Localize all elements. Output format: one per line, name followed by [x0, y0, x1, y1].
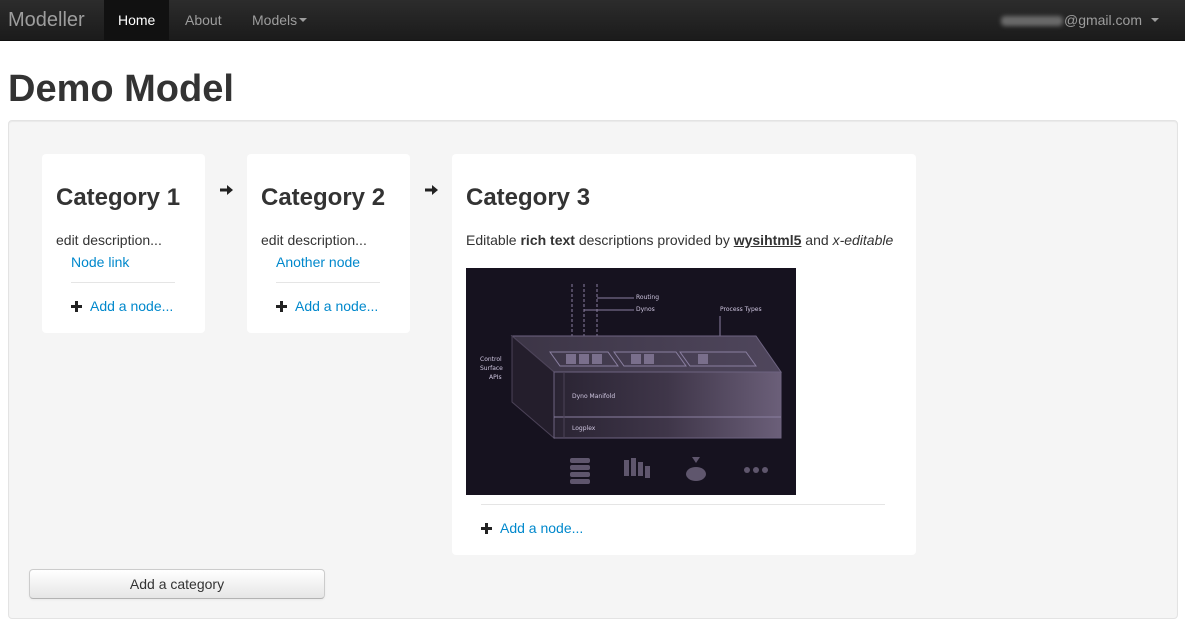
nav-home[interactable]: Home: [104, 0, 170, 40]
arrow-right-icon: [220, 185, 233, 195]
category-title[interactable]: Category 3: [466, 182, 590, 214]
top-navbar: Modeller Home About Models @gmail.com: [0, 0, 1185, 41]
diagram-label: Surface: [480, 365, 503, 372]
node-link[interactable]: Another node: [276, 252, 360, 272]
architecture-diagram-image: Routing Dynos Process Types Control Surf…: [466, 268, 796, 495]
redacted-username: [1000, 16, 1063, 27]
diagram-label: Process Types: [720, 306, 762, 313]
node-link[interactable]: Node link: [71, 252, 129, 272]
plus-icon: [71, 301, 82, 312]
nav-models-dropdown[interactable]: Models: [238, 0, 321, 40]
nav-about[interactable]: About: [171, 0, 236, 40]
chevron-down-icon: [1151, 18, 1159, 23]
category-card-1: Category 1 edit description... Node link…: [42, 154, 205, 333]
category-description[interactable]: edit description...: [56, 230, 162, 250]
category-title[interactable]: Category 1: [56, 182, 180, 214]
diagram-label: Dyno Manifold: [572, 393, 615, 400]
brand-logo[interactable]: Modeller: [8, 9, 85, 31]
user-menu-dropdown[interactable]: @gmail.com: [1000, 0, 1159, 40]
category-card-2: Category 2 edit description... Another n…: [247, 154, 410, 333]
category-card-3: Category 3 Editable rich text descriptio…: [452, 154, 916, 555]
diagram-label: Control: [480, 356, 502, 363]
divider: [71, 282, 175, 283]
plus-icon: [481, 523, 492, 534]
desc-text: Editable: [466, 232, 521, 248]
add-node-label: Add a node...: [90, 298, 174, 314]
page-title: Demo Model: [8, 68, 234, 110]
chevron-down-icon: [299, 18, 308, 23]
add-node-button[interactable]: Add a node...: [276, 296, 378, 316]
add-node-label: Add a node...: [295, 298, 379, 314]
divider: [276, 282, 380, 283]
category-description[interactable]: edit description...: [261, 230, 367, 250]
wysihtml5-link[interactable]: wysihtml5: [734, 232, 802, 248]
add-node-label: Add a node...: [500, 520, 584, 536]
add-category-button[interactable]: Add a category: [29, 569, 325, 599]
category-title[interactable]: Category 2: [261, 182, 385, 214]
divider: [481, 504, 885, 505]
nav-models-label: Models: [252, 12, 298, 28]
desc-italic-text: x-editable: [832, 232, 894, 248]
diagram-label: Routing: [636, 294, 659, 301]
user-email-suffix: @gmail.com: [1063, 12, 1142, 28]
diagram-label: APIs: [489, 374, 502, 381]
desc-text: descriptions provided by: [574, 232, 734, 248]
add-node-button[interactable]: Add a node...: [71, 296, 173, 316]
desc-text: and: [801, 232, 833, 248]
plus-icon: [276, 301, 287, 312]
arrow-right-icon: [425, 185, 438, 195]
category-rich-description[interactable]: Editable rich text descriptions provided…: [466, 230, 893, 250]
add-node-button[interactable]: Add a node...: [481, 518, 583, 538]
diagram-label: Dynos: [636, 306, 655, 313]
desc-bold-text: rich text: [520, 232, 575, 248]
diagram-label: Logplex: [572, 425, 596, 432]
model-canvas: Category 1 edit description... Node link…: [8, 120, 1178, 619]
